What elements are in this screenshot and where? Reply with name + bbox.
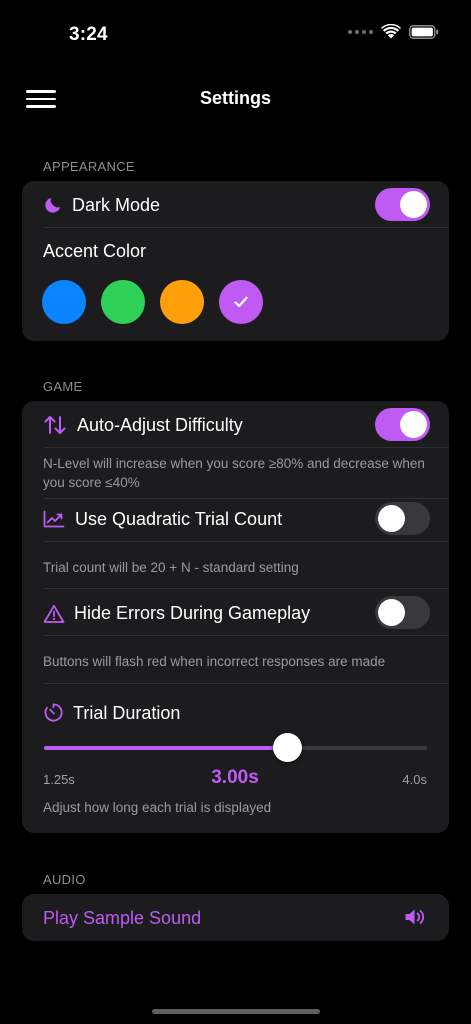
accent-color-swatches <box>42 280 263 324</box>
auto-adjust-label: Auto-Adjust Difficulty <box>77 415 243 435</box>
checkmark-icon <box>234 296 248 308</box>
section-header-audio: AUDIO <box>43 872 86 887</box>
dark-mode-toggle[interactable] <box>375 188 430 221</box>
accent-swatch-orange[interactable] <box>160 280 204 324</box>
accent-color-label: Accent Color <box>43 241 147 261</box>
dark-mode-label: Dark Mode <box>72 195 161 215</box>
section-header-appearance: APPEARANCE <box>43 159 135 174</box>
cellular-signal-icon <box>348 29 373 34</box>
accent-swatch-purple[interactable] <box>219 280 263 324</box>
play-sample-sound-button[interactable]: Play Sample Sound <box>22 894 449 941</box>
battery-icon <box>409 24 439 39</box>
trial-duration-range: 1.25s 3.00s 4.0s <box>43 767 427 791</box>
home-indicator <box>152 1009 320 1014</box>
slider-current-value: 3.00s <box>211 767 259 788</box>
section-header-game: GAME <box>43 379 83 394</box>
slider-fill <box>44 746 288 750</box>
hide-errors-label: Hide Errors During Gameplay <box>74 603 311 623</box>
slider-handle[interactable] <box>273 733 303 762</box>
moon-icon <box>45 197 61 213</box>
quadratic-trial-toggle[interactable] <box>375 502 430 535</box>
speaker-icon <box>405 909 425 925</box>
quadratic-trial-label: Use Quadratic Trial Count <box>75 509 283 529</box>
trial-duration-label: Trial Duration <box>73 703 181 723</box>
quadratic-trial-description: Trial count will be 20 + N - standard se… <box>43 560 299 575</box>
hide-errors-description: Buttons will flash red when incorrect re… <box>43 654 386 669</box>
auto-adjust-description: N-Level will increase when you score ≥80… <box>43 456 425 490</box>
divider <box>44 498 449 499</box>
divider <box>44 635 449 636</box>
slider-max-label: 4.0s <box>402 772 427 787</box>
status-bar: 3:24 <box>0 0 471 60</box>
play-sample-sound-label: Play Sample Sound <box>43 908 202 928</box>
navigation-bar: Settings <box>0 78 471 122</box>
timer-icon <box>44 703 63 722</box>
hide-errors-toggle[interactable] <box>375 596 430 629</box>
divider <box>44 227 449 228</box>
divider <box>44 541 449 542</box>
auto-adjust-toggle[interactable] <box>375 408 430 441</box>
status-time: 3:24 <box>69 24 108 45</box>
divider <box>44 447 449 448</box>
accent-swatch-blue[interactable] <box>42 280 86 324</box>
game-card: Auto-Adjust Difficulty N-Level will incr… <box>22 401 449 833</box>
wifi-icon <box>381 24 401 39</box>
trial-duration-slider[interactable] <box>44 733 427 763</box>
chart-line-icon <box>43 510 65 528</box>
divider <box>44 588 449 589</box>
appearance-card: Dark Mode Accent Color <box>22 181 449 341</box>
trial-duration-description: Adjust how long each trial is displayed <box>43 800 272 815</box>
warning-triangle-icon <box>43 604 65 623</box>
status-icons <box>348 24 439 39</box>
divider <box>44 683 449 684</box>
accent-swatch-green[interactable] <box>101 280 145 324</box>
page-title: Settings <box>199 88 271 108</box>
up-down-arrows-icon <box>44 416 66 434</box>
